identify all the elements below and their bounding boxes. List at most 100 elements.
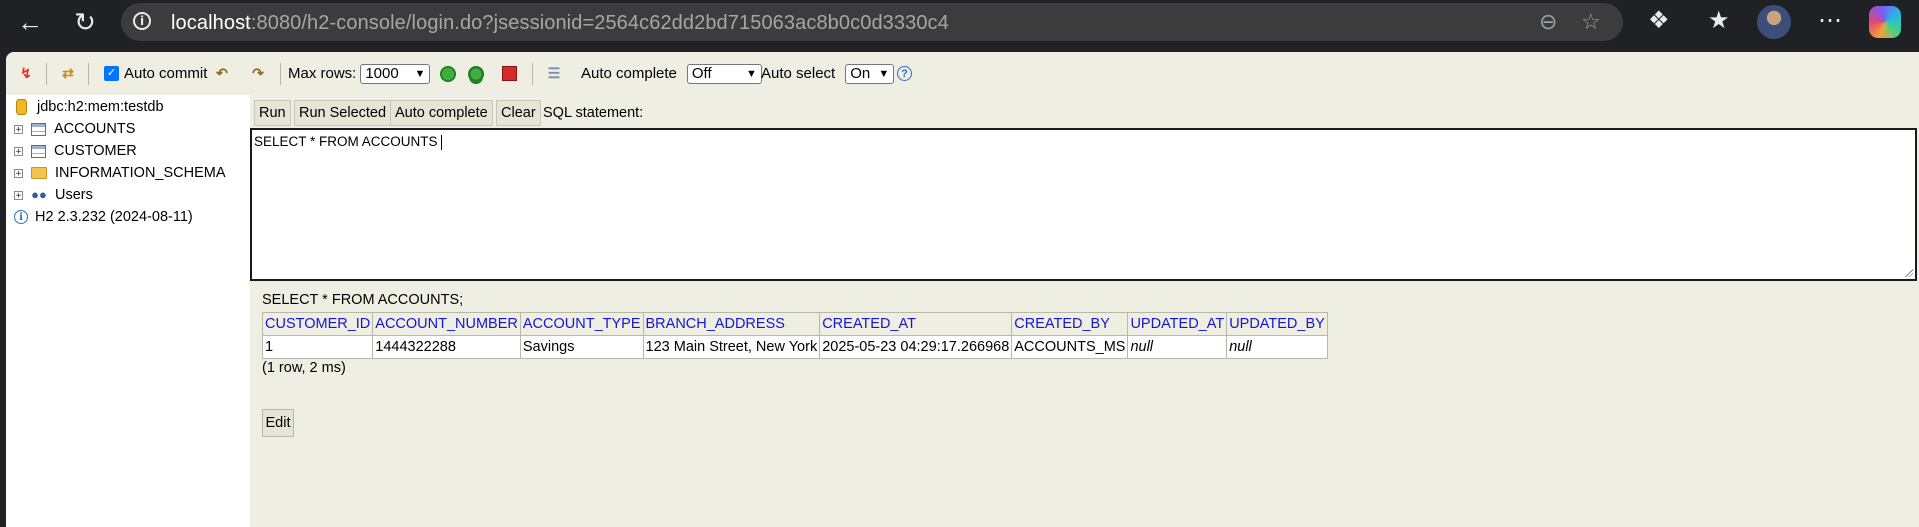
stop-icon[interactable] [502, 66, 517, 81]
more-icon[interactable]: ⋯ [1818, 7, 1842, 35]
tree-item-label: INFORMATION_SCHEMA [55, 165, 226, 181]
query-panel: Run Run Selected Auto complete Clear SQL… [250, 95, 1919, 527]
column-header[interactable]: UPDATED_BY [1226, 312, 1328, 336]
help-icon[interactable]: ? [897, 66, 912, 81]
table-cell: 2025-05-23 04:29:17.266968 [819, 335, 1013, 359]
console-toolbar: ↯ ⇄ ✓ Auto commit ↶ ↷ Max rows: 1000 ▼ ☰ … [6, 52, 1919, 95]
database-icon [16, 99, 27, 115]
table-cell: null [1226, 335, 1328, 359]
profile-avatar[interactable] [1757, 5, 1791, 39]
toolbar-divider [46, 63, 47, 85]
favorite-star-icon[interactable]: ☆ [1581, 11, 1601, 33]
expand-icon[interactable]: + [14, 146, 23, 156]
version-info: i H2 2.3.232 (2024-08-11) [14, 207, 193, 227]
auto-complete-label: Auto complete [581, 65, 677, 82]
table-cell: 1 [261, 335, 374, 359]
result-summary: (1 row, 2 ms) [262, 360, 346, 376]
table-cell: 1444322288 [372, 335, 521, 359]
column-header[interactable]: CREATED_BY [1011, 312, 1129, 336]
folder-icon [31, 167, 47, 179]
max-rows-value: 1000 [365, 65, 399, 82]
toolbar-divider [280, 63, 281, 85]
auto-commit-toggle[interactable]: ✓ Auto commit [104, 52, 207, 95]
schema-tree: jdbc:h2:mem:testdb + ACCOUNTS + CUSTOMER… [6, 95, 250, 527]
url-host: localhost [171, 12, 251, 34]
refresh-tree-icon[interactable]: ⇄ [58, 64, 78, 84]
connection-url: jdbc:h2:mem:testdb [37, 99, 164, 115]
column-header[interactable]: UPDATED_AT [1127, 312, 1228, 336]
auto-complete-button[interactable]: Auto complete [390, 100, 493, 126]
column-header[interactable]: ACCOUNT_TYPE [519, 312, 644, 336]
run-selected-button[interactable]: Run Selected [294, 100, 392, 126]
tree-item-customer[interactable]: + CUSTOMER [14, 141, 137, 161]
chevron-down-icon: ▼ [746, 67, 757, 80]
connection-node[interactable]: jdbc:h2:mem:testdb [16, 97, 164, 117]
sql-text: SELECT * FROM ACCOUNTS [254, 134, 438, 149]
toolbar-divider [532, 63, 533, 85]
expand-icon[interactable]: + [14, 168, 23, 178]
extensions-icon[interactable]: ❖ [1648, 7, 1670, 35]
column-header[interactable]: BRANCH_ADDRESS [642, 312, 821, 336]
users-icon: ●● [31, 187, 47, 202]
h2-console-page: ↯ ⇄ ✓ Auto commit ↶ ↷ Max rows: 1000 ▼ ☰ … [6, 52, 1919, 527]
column-header[interactable]: ACCOUNT_NUMBER [372, 312, 521, 336]
run-icon[interactable] [440, 65, 456, 82]
version-label: H2 2.3.232 (2024-08-11) [35, 209, 193, 225]
resize-handle[interactable] [1904, 268, 1913, 277]
result-table: CUSTOMER_ID ACCOUNT_NUMBER ACCOUNT_TYPE … [261, 312, 1328, 359]
result-statement: SELECT * FROM ACCOUNTS; [262, 292, 464, 308]
table-cell: 123 Main Street, New York [642, 335, 821, 359]
copilot-icon[interactable] [1869, 6, 1901, 38]
site-info-icon[interactable]: i [133, 12, 151, 30]
table-icon [31, 122, 46, 136]
run-selected-icon[interactable] [468, 65, 484, 82]
tree-item-label: ACCOUNTS [54, 121, 136, 137]
rollback-icon[interactable]: ↶ [212, 64, 232, 84]
back-icon[interactable]: ← [14, 6, 46, 38]
tree-item-label: CUSTOMER [54, 143, 137, 159]
browser-toolbar: ← ↻ i localhost:8080/h2-console/login.do… [0, 0, 1919, 44]
tree-item-information-schema[interactable]: + INFORMATION_SCHEMA [14, 163, 226, 183]
sql-editor[interactable]: SELECT * FROM ACCOUNTS [250, 128, 1917, 281]
table-icon [31, 144, 46, 158]
column-header[interactable]: CREATED_AT [819, 312, 1013, 336]
table-cell: ACCOUNTS_MS [1011, 335, 1129, 359]
max-rows-select[interactable]: 1000 ▼ [360, 63, 431, 84]
url-path: :8080/h2-console/login.do?jsessionid=256… [250, 12, 949, 34]
tree-item-label: Users [55, 187, 93, 203]
expand-icon[interactable]: + [14, 124, 23, 134]
auto-select-label: Auto select [761, 65, 836, 82]
auto-select-value: On [850, 65, 871, 82]
run-button[interactable]: Run [254, 100, 291, 126]
disconnect-icon[interactable]: ↯ [16, 64, 36, 84]
max-rows-label: Max rows: [288, 65, 357, 82]
refresh-icon[interactable]: ↻ [69, 6, 101, 38]
chevron-down-icon: ▼ [878, 67, 890, 80]
history-icon[interactable]: ☰ [544, 64, 564, 84]
expand-icon[interactable]: + [14, 190, 23, 200]
zoom-out-icon[interactable]: ⊖ [1539, 11, 1557, 33]
url-text[interactable]: localhost:8080/h2-console/login.do?jsess… [171, 12, 949, 35]
auto-complete-value: Off [691, 65, 712, 82]
column-header[interactable]: CUSTOMER_ID [261, 312, 374, 336]
text-caret [440, 134, 442, 150]
info-icon: i [14, 210, 28, 224]
clear-button[interactable]: Clear [496, 100, 541, 126]
commit-icon[interactable]: ↷ [248, 64, 268, 84]
address-bar[interactable]: i localhost:8080/h2-console/login.do?jse… [121, 3, 1623, 41]
favorites-icon[interactable]: ★ [1708, 7, 1730, 35]
auto-commit-label: Auto commit [124, 65, 208, 82]
auto-commit-checkbox[interactable]: ✓ [104, 66, 119, 81]
sql-statement-label: SQL statement: [543, 105, 644, 121]
tree-item-accounts[interactable]: + ACCOUNTS [14, 119, 135, 139]
table-row: 1 1444322288 Savings 123 Main Street, Ne… [261, 335, 1328, 359]
table-header-row: CUSTOMER_ID ACCOUNT_NUMBER ACCOUNT_TYPE … [261, 312, 1328, 336]
auto-select-select[interactable]: On ▼ [845, 63, 895, 84]
chevron-down-icon: ▼ [414, 67, 426, 80]
table-cell: Savings [519, 335, 644, 359]
tree-item-users[interactable]: + ●● Users [14, 185, 93, 205]
edit-button[interactable]: Edit [262, 409, 294, 437]
auto-complete-select[interactable]: Off ▼ [686, 63, 762, 84]
table-cell: null [1127, 335, 1228, 359]
toolbar-divider [88, 63, 89, 85]
